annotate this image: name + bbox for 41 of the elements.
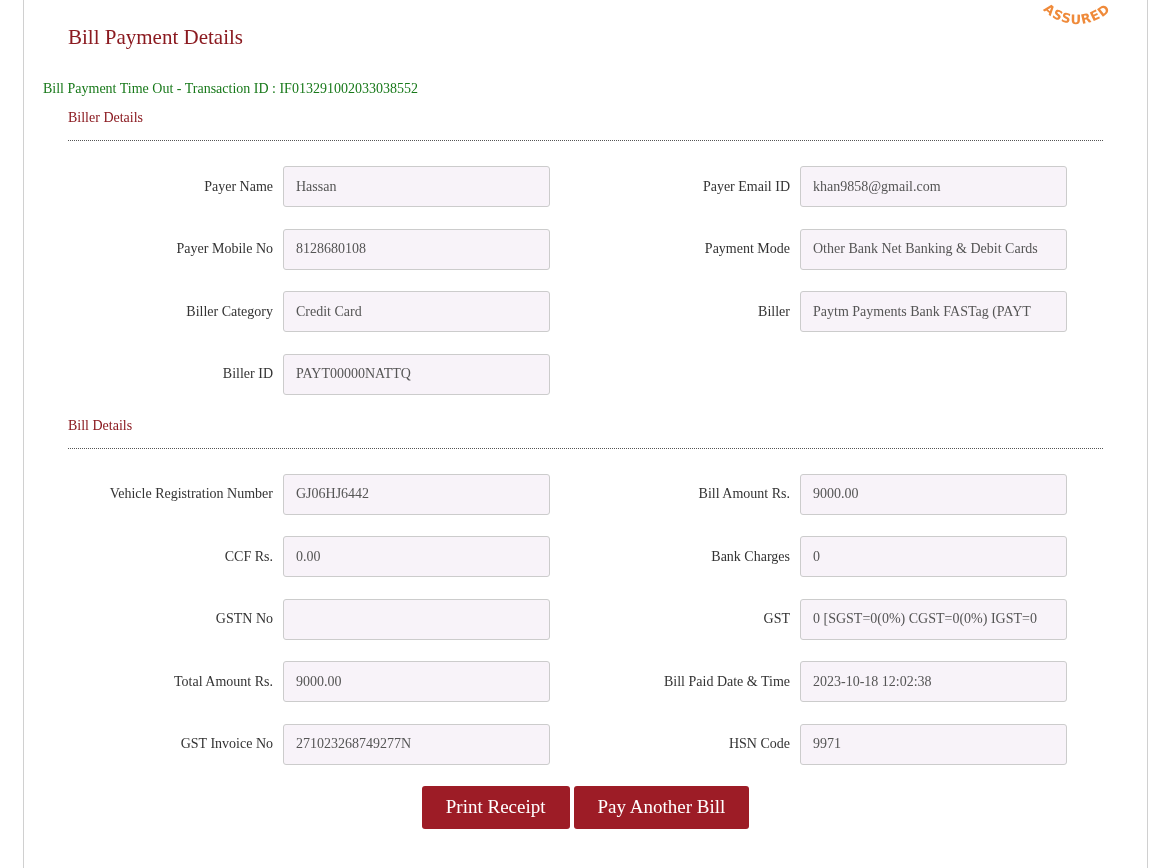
field-label: Biller ID bbox=[222, 365, 273, 383]
field-label: Total Amount Rs. bbox=[174, 672, 273, 691]
field-label: HSN Code bbox=[728, 735, 790, 753]
input-field[interactable]: 2023-10-18 12:02:38 bbox=[800, 661, 1067, 702]
input-field[interactable]: Hassan bbox=[283, 166, 550, 207]
input-field[interactable] bbox=[283, 598, 550, 640]
field-label: Vehicle Registration Number bbox=[109, 485, 273, 503]
action-button[interactable]: Pay Another Bill bbox=[573, 785, 750, 829]
input-field[interactable]: 9000.00 bbox=[283, 661, 550, 702]
field-label: Bill Amount Rs. bbox=[698, 485, 790, 503]
status-message: Bill Payment Time Out - Transaction ID : IF013291002033038552 bbox=[43, 80, 418, 98]
input-field[interactable]: 0 [SGST=0(0%) CGST=0(0%) IGST=0 bbox=[800, 598, 1067, 640]
input-field[interactable]: khan9858@gmail.com bbox=[800, 166, 1067, 207]
page-title: Bill Payment Details bbox=[68, 25, 243, 49]
section-heading: Bill Details bbox=[68, 416, 133, 435]
field-label: GST Invoice No bbox=[180, 735, 273, 753]
field-label: CCF Rs. bbox=[224, 547, 273, 566]
field-label: Biller bbox=[758, 302, 790, 321]
input-field[interactable]: 271023268749277N bbox=[283, 723, 550, 765]
input-field[interactable]: 0 bbox=[800, 536, 1067, 577]
field-label: Payer Email ID bbox=[702, 177, 790, 196]
input-field[interactable]: PAYT00000NATTQ bbox=[283, 353, 550, 395]
field-label: Biller Category bbox=[186, 302, 273, 321]
field-label: GST bbox=[763, 610, 790, 628]
input-field[interactable]: 0.00 bbox=[283, 536, 550, 577]
action-button[interactable]: Print Receipt bbox=[421, 785, 570, 829]
field-label: Bank Charges bbox=[711, 547, 790, 566]
input-field[interactable]: Other Bank Net Banking & Debit Cards bbox=[800, 228, 1067, 270]
field-label: Payer Mobile No bbox=[176, 240, 273, 258]
input-field[interactable]: 8128680108 bbox=[283, 228, 550, 270]
input-field[interactable]: 9971 bbox=[800, 723, 1067, 765]
section-heading: Biller Details bbox=[68, 109, 144, 127]
field-label: Payer Name bbox=[204, 177, 273, 196]
input-field[interactable]: GJ06HJ6442 bbox=[283, 473, 550, 515]
field-label: Bill Paid Date & Time bbox=[664, 672, 790, 691]
input-field[interactable]: 9000.00 bbox=[800, 473, 1067, 515]
input-field[interactable]: Credit Card bbox=[283, 291, 550, 332]
field-label: Payment Mode bbox=[704, 240, 790, 258]
input-field[interactable]: Paytm Payments Bank FASTag (PAYT bbox=[800, 291, 1067, 332]
stamp-text: ASSURED bbox=[1040, 0, 1114, 28]
field-label: GSTN No bbox=[215, 610, 273, 628]
